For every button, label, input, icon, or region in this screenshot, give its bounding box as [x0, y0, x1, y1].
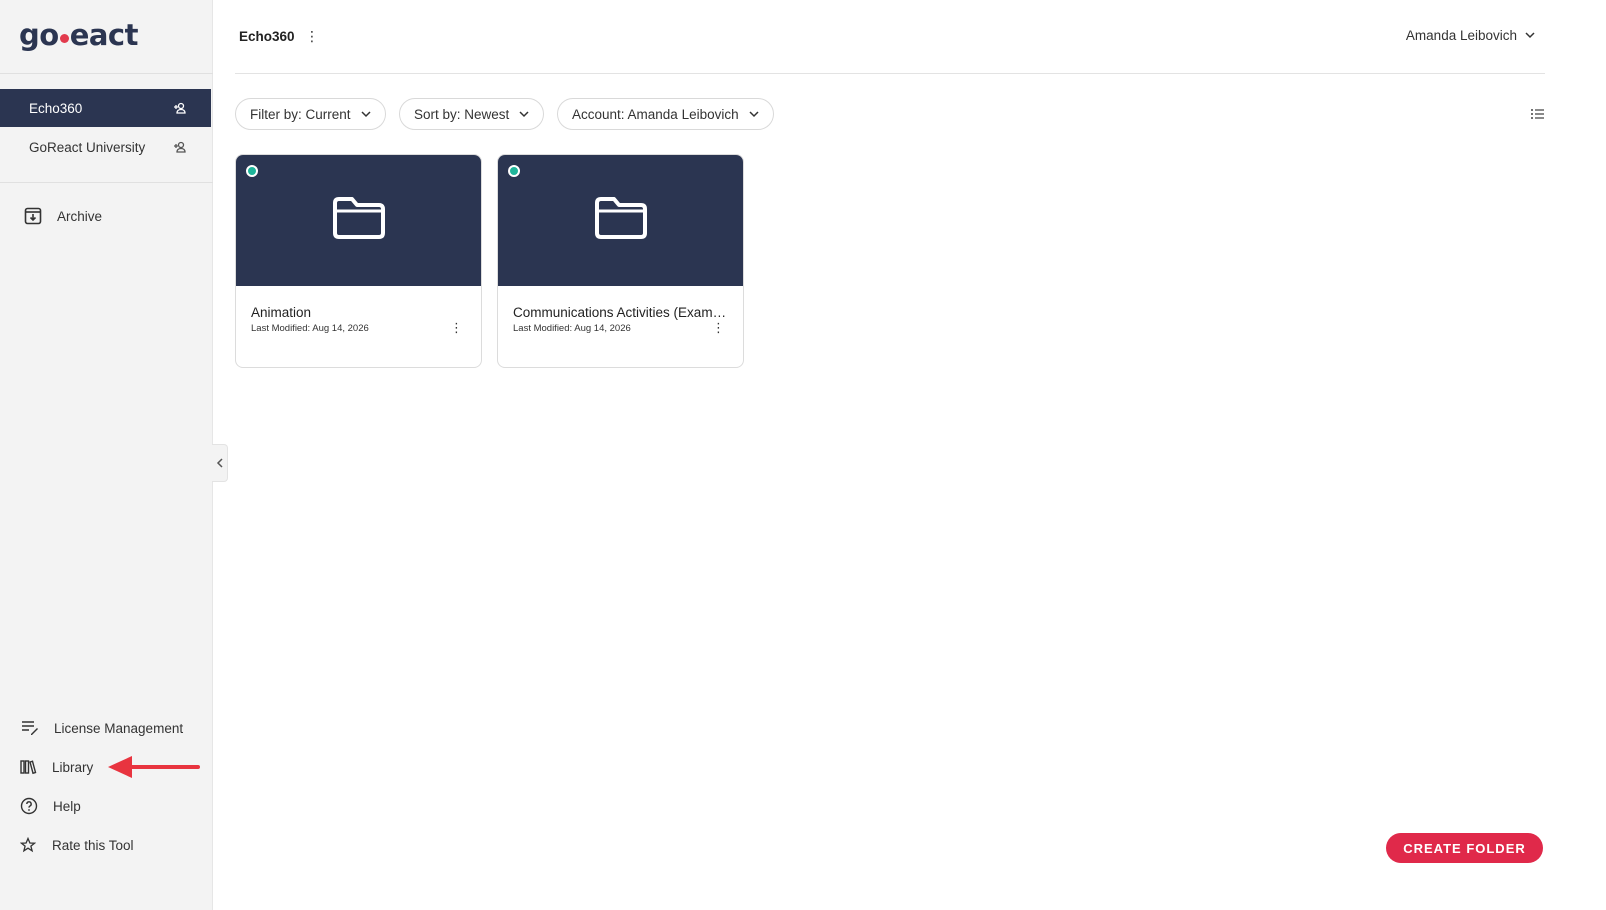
filter-label: Filter by: Current: [250, 106, 351, 122]
account-label: Account: Amanda Leibovich: [572, 106, 739, 122]
sidebar-divider: [0, 73, 213, 74]
folder-last-modified: Last Modified: Aug 14, 2026: [513, 323, 631, 334]
workspace-label: Echo360: [29, 100, 83, 116]
sidebar-item-echo360[interactable]: Echo360: [0, 89, 211, 127]
sidebar-collapse-button[interactable]: [212, 444, 228, 482]
sidebar-item-archive[interactable]: Archive: [23, 206, 102, 226]
annotation-arrow: [108, 756, 200, 778]
sidebar-item-help[interactable]: Help: [19, 796, 81, 816]
folder-last-modified: Last Modified: Aug 14, 2026: [251, 323, 369, 334]
chevron-down-icon: [1525, 32, 1535, 39]
folder-name: Communications Activities (Example): [513, 305, 728, 320]
workspace-title: Echo360: [239, 29, 295, 44]
sort-label: Sort by: Newest: [414, 106, 510, 122]
sidebar-item-library[interactable]: Library: [18, 757, 93, 777]
user-name: Amanda Leibovich: [1405, 28, 1517, 43]
list-view-icon[interactable]: [1530, 106, 1546, 122]
help-circle-icon: [19, 796, 39, 816]
folder-card[interactable]: Communications Activities (Example) Last…: [497, 154, 744, 368]
sidebar-item-rate-tool[interactable]: Rate this Tool: [18, 835, 134, 855]
folder-icon: [595, 197, 647, 239]
chevron-down-icon: [361, 110, 371, 117]
sidebar-item-license-management[interactable]: License Management: [20, 718, 183, 738]
chevron-left-icon: [216, 458, 223, 468]
folder-card[interactable]: Animation Last Modified: Aug 14, 2026 ⋮: [235, 154, 482, 368]
user-menu[interactable]: Amanda Leibovich: [1406, 28, 1535, 43]
create-folder-button[interactable]: CREATE FOLDER: [1386, 833, 1543, 863]
status-indicator: [246, 165, 258, 177]
sidebar-divider: [0, 182, 213, 183]
workspace-label: GoReact University: [29, 139, 146, 155]
top-header: Echo360 ⋮ Amanda Leibovich: [235, 0, 1545, 74]
sort-dropdown[interactable]: Sort by: Newest: [399, 98, 545, 130]
goreact-logo[interactable]: go eact: [19, 18, 138, 52]
folder-options-icon[interactable]: ⋮: [712, 320, 725, 336]
chevron-down-icon: [749, 110, 759, 117]
add-user-icon[interactable]: [173, 101, 187, 115]
workspace-options-icon[interactable]: ⋮: [305, 28, 319, 45]
account-dropdown[interactable]: Account: Amanda Leibovich: [557, 98, 774, 130]
folder-icon: [333, 197, 385, 239]
library-label: Library: [52, 759, 94, 775]
status-indicator: [508, 165, 520, 177]
folder-thumbnail: [236, 155, 481, 286]
license-management-label: License Management: [54, 720, 184, 736]
sidebar-item-goreact-university[interactable]: GoReact University: [0, 128, 211, 166]
chevron-down-icon: [519, 110, 529, 117]
folder-name: Animation: [251, 305, 312, 320]
add-user-icon[interactable]: [173, 140, 187, 154]
archive-label: Archive: [57, 208, 103, 224]
archive-icon: [23, 206, 43, 226]
folder-thumbnail: [498, 155, 743, 286]
help-label: Help: [53, 798, 81, 814]
library-books-icon: [18, 757, 38, 777]
license-edit-icon: [20, 718, 40, 738]
rate-tool-label: Rate this Tool: [52, 837, 134, 853]
star-icon: [18, 835, 38, 855]
filter-dropdown[interactable]: Filter by: Current: [235, 98, 386, 130]
folder-options-icon[interactable]: ⋮: [450, 320, 463, 336]
sidebar: go eact Echo360 GoReact University Archiv…: [0, 0, 213, 910]
